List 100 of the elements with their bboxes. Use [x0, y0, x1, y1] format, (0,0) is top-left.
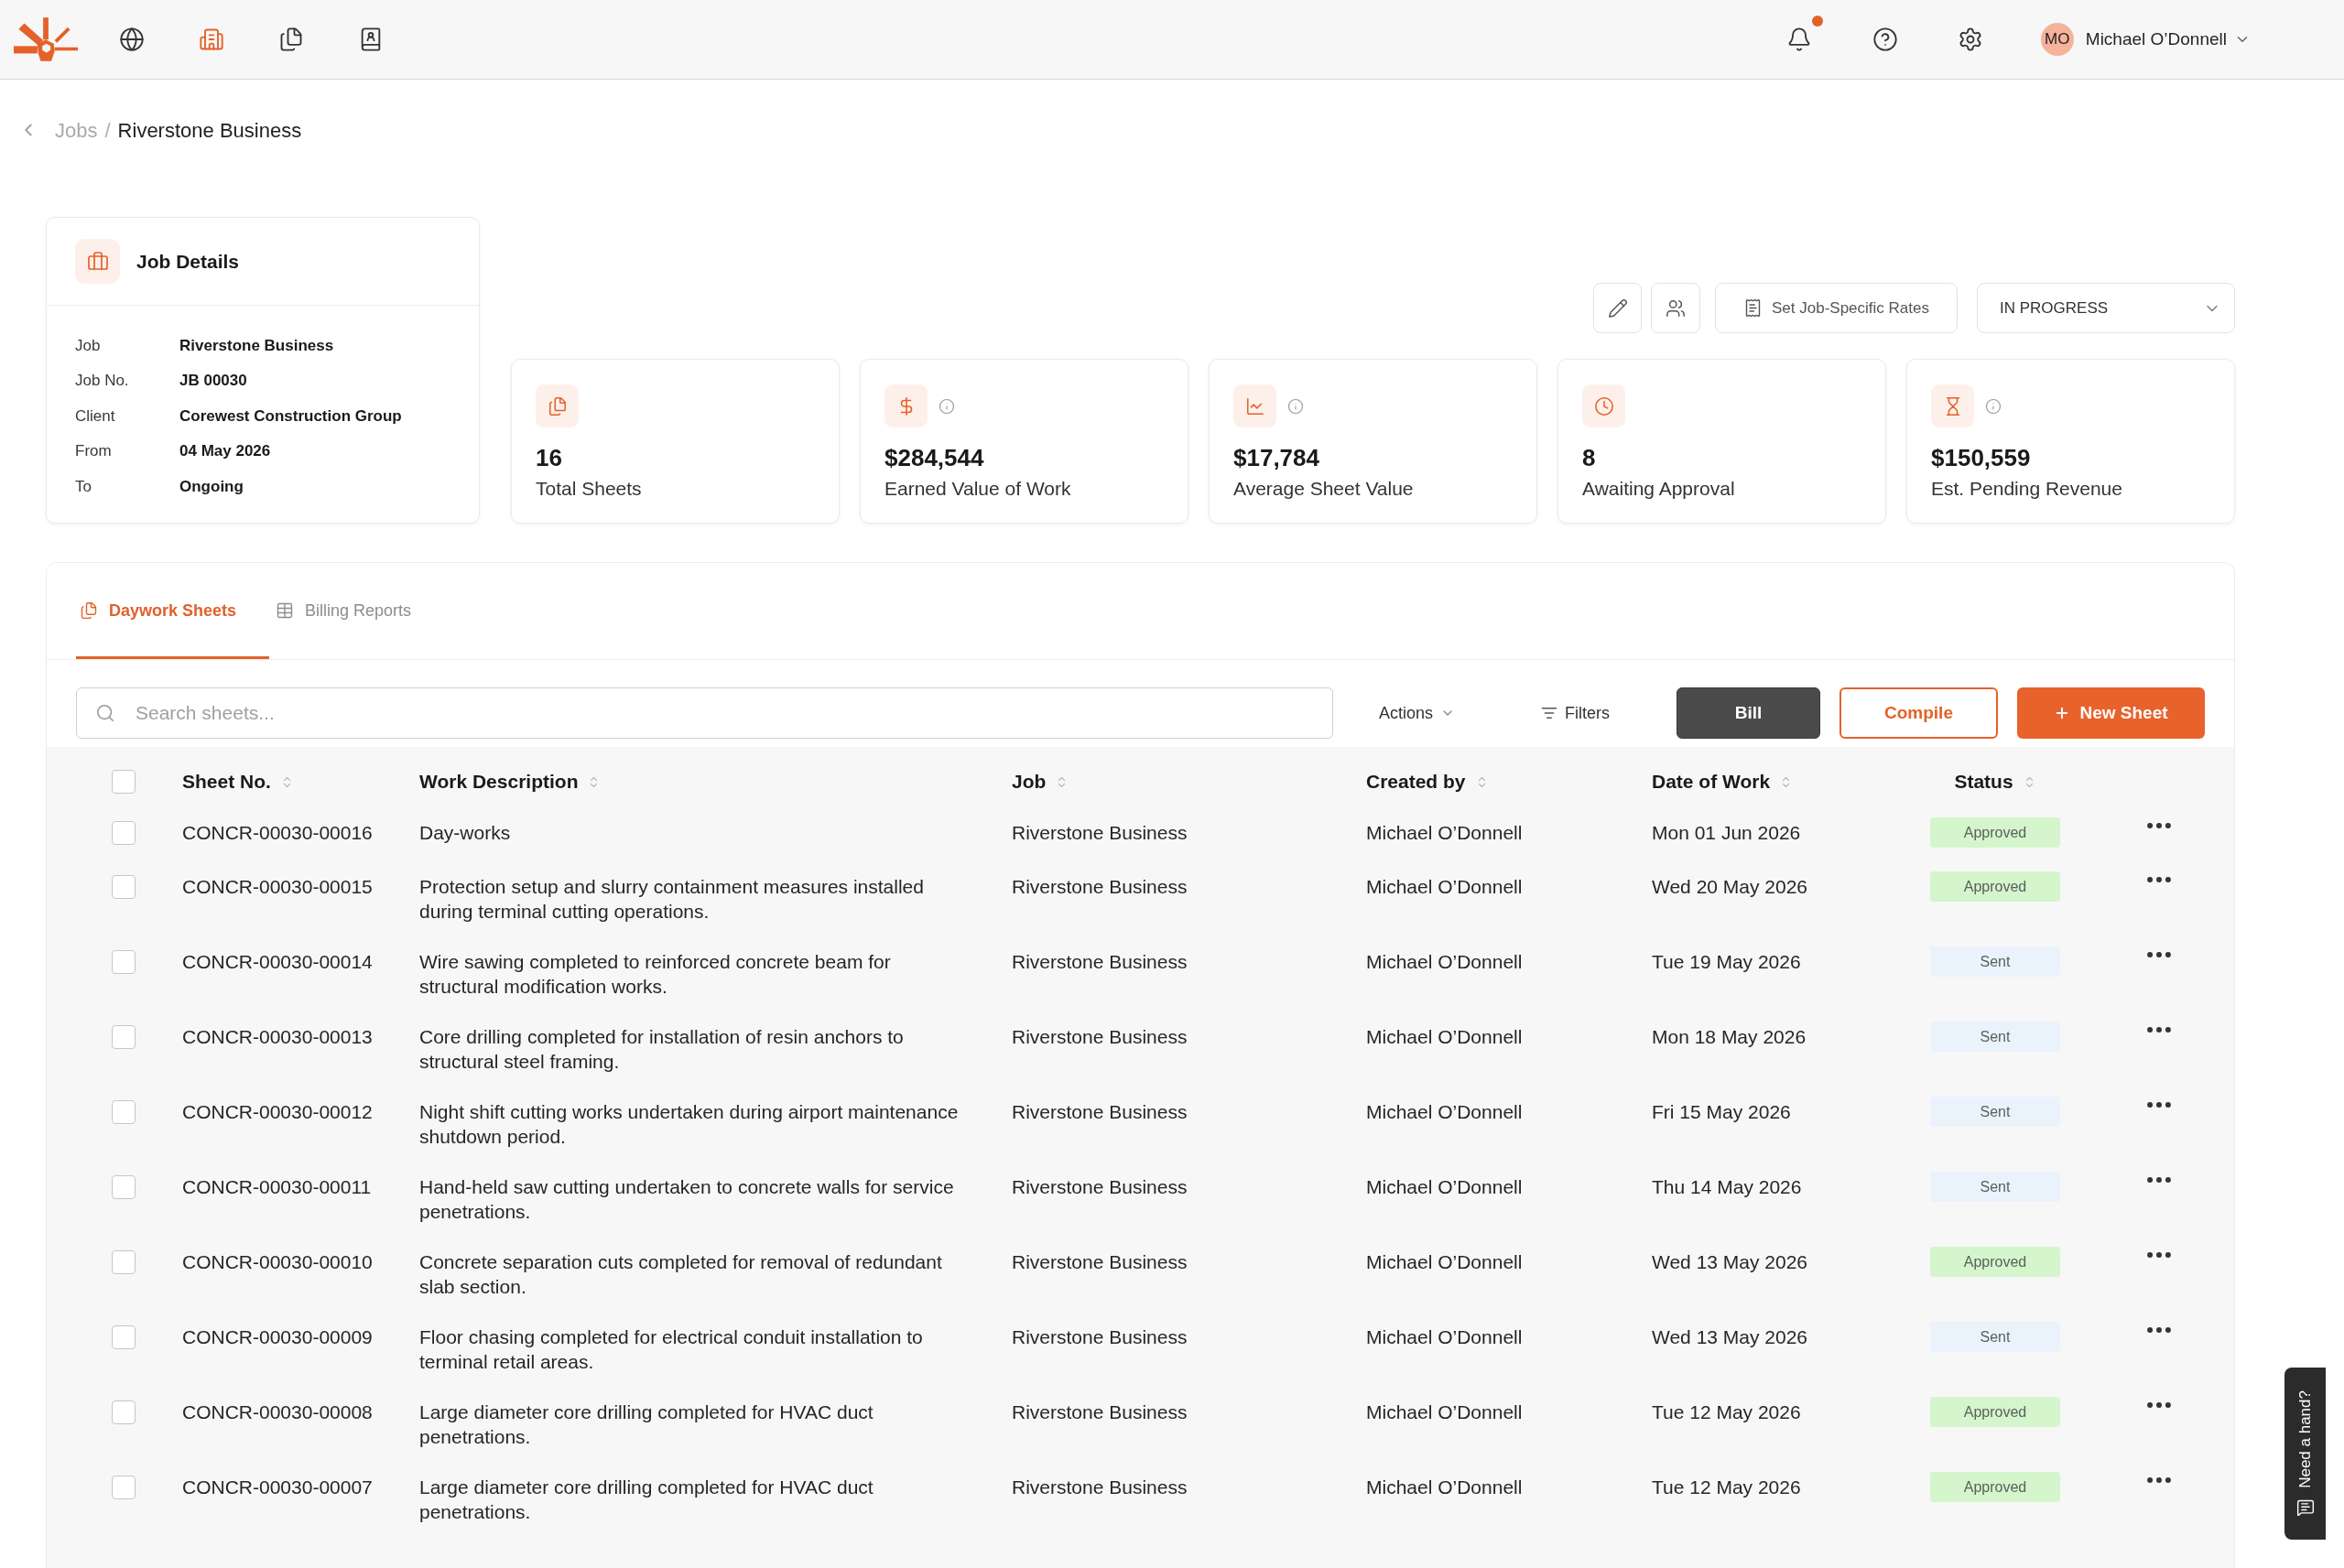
- creator-name: Michael O’Donnell: [1366, 1100, 1524, 1124]
- status-badge: Approved: [1930, 1472, 2060, 1502]
- search-field[interactable]: Search sheets...: [76, 687, 1333, 739]
- user-menu-button[interactable]: Michael O’Donnell: [2085, 26, 2251, 53]
- job-name: Riverstone Business: [1012, 950, 1188, 974]
- field-label: Job No.: [75, 371, 130, 391]
- sheet-number[interactable]: CONCR-00030-00013: [182, 1024, 419, 1049]
- checkbox[interactable]: [112, 950, 136, 974]
- status-badge: Sent: [1930, 1172, 2060, 1202]
- actions-button[interactable]: Actions: [1368, 687, 1467, 739]
- work-description: Concrete separation cuts completed for removal of redundant slab section.: [419, 1251, 942, 1297]
- work-date: Wed 13 May 2026: [1652, 1250, 1809, 1274]
- status-badge: Sent: [1930, 1022, 2060, 1052]
- work-description: Floor chasing completed for electrical conduit installation to terminal retail areas.: [419, 1326, 923, 1372]
- stat-value: $284,544: [884, 443, 984, 472]
- stat-label: Average Sheet Value: [1233, 477, 1414, 501]
- table-icon: [276, 601, 295, 620]
- work-date: Fri 15 May 2026: [1652, 1100, 1792, 1124]
- column-header[interactable]: Status: [1954, 767, 2013, 796]
- checkbox[interactable]: [112, 1175, 136, 1199]
- building-icon[interactable]: [199, 27, 224, 52]
- column-header[interactable]: Date of Work: [1652, 767, 1771, 796]
- job-name: Riverstone Business: [1012, 1175, 1188, 1199]
- status-badge: Approved: [1930, 817, 2060, 848]
- checkbox[interactable]: [112, 1400, 136, 1424]
- sheet-number[interactable]: CONCR-00030-00015: [182, 874, 419, 899]
- checkbox[interactable]: [112, 1250, 136, 1274]
- starburst-logo[interactable]: [14, 17, 78, 61]
- status-select[interactable]: IN PROGRESS: [1977, 283, 2235, 333]
- people-button[interactable]: [1651, 283, 1700, 333]
- help-tab[interactable]: Need a hand?: [2284, 1368, 2326, 1540]
- field-value: JB 00030: [179, 371, 247, 391]
- help-icon[interactable]: [1872, 27, 1898, 52]
- bill-button[interactable]: Bill: [1677, 687, 1820, 739]
- pencil-icon: [1607, 297, 1628, 319]
- checkbox[interactable]: [112, 1100, 136, 1124]
- breadcrumb-current: Riverstone Business: [117, 117, 302, 144]
- job-name: Riverstone Business: [1012, 875, 1188, 899]
- work-date: Tue 19 May 2026: [1652, 950, 1802, 974]
- creator-name: Michael O’Donnell: [1366, 1025, 1524, 1049]
- sheet-number[interactable]: CONCR-00030-00016: [182, 820, 419, 845]
- work-date: Mon 18 May 2026: [1652, 1025, 1807, 1049]
- info-icon[interactable]: [939, 397, 955, 415]
- filter-icon: [1541, 705, 1558, 721]
- documents-icon[interactable]: [278, 27, 304, 52]
- checkbox[interactable]: [112, 821, 136, 845]
- sheet-number[interactable]: CONCR-00030-00012: [182, 1099, 419, 1124]
- sheet-number[interactable]: CONCR-00030-00010: [182, 1249, 419, 1274]
- column-header[interactable]: Sheet No.: [182, 767, 271, 796]
- dollar-icon: [884, 384, 928, 427]
- documents-icon: [536, 384, 579, 427]
- field-value: Ongoing: [179, 476, 244, 497]
- clock-icon: [1582, 384, 1625, 427]
- briefcase-icon: [75, 239, 120, 284]
- stat-label: Total Sheets: [536, 477, 642, 501]
- field-value: Corewest Construction Group: [179, 406, 402, 427]
- status-badge: Sent: [1930, 1322, 2060, 1352]
- edit-button[interactable]: [1593, 283, 1642, 333]
- sheet-number[interactable]: CONCR-00030-00011: [182, 1174, 419, 1199]
- column-header[interactable]: Work Description: [419, 767, 579, 796]
- checkbox[interactable]: [112, 1476, 136, 1499]
- sheet-number[interactable]: CONCR-00030-00009: [182, 1325, 419, 1349]
- checkbox[interactable]: [112, 1025, 136, 1049]
- creator-name: Michael O’Donnell: [1366, 1476, 1524, 1499]
- sheet-number[interactable]: CONCR-00030-00007: [182, 1475, 419, 1499]
- job-name: Riverstone Business: [1012, 1025, 1188, 1049]
- card-title: Job Details: [136, 249, 240, 274]
- sheet-number[interactable]: CONCR-00030-00008: [182, 1400, 419, 1424]
- user-avatar[interactable]: MO: [2040, 23, 2074, 56]
- tab[interactable]: Daywork Sheets: [76, 565, 270, 659]
- stat-label: Earned Value of Work: [884, 477, 1071, 501]
- globe-icon[interactable]: [119, 27, 145, 52]
- checkbox[interactable]: [112, 770, 136, 794]
- creator-name: Michael O’Donnell: [1366, 1400, 1524, 1424]
- work-date: Wed 13 May 2026: [1652, 1325, 1809, 1349]
- breadcrumb-separator: /: [104, 117, 111, 144]
- checkbox[interactable]: [112, 1325, 136, 1349]
- info-icon[interactable]: [1287, 397, 1304, 415]
- sheet-number[interactable]: CONCR-00030-00014: [182, 949, 419, 974]
- work-description: Wire sawing completed to reinforced concrete beam for structural modification works.: [419, 951, 891, 997]
- checkbox[interactable]: [112, 875, 136, 899]
- job-name: Riverstone Business: [1012, 1325, 1188, 1349]
- work-description: Core drilling completed for installation of resin anchors to structural steel framing.: [419, 1026, 904, 1072]
- chat-icon: [2295, 1498, 2315, 1518]
- field-label: From: [75, 441, 113, 461]
- job-name: Riverstone Business: [1012, 1476, 1188, 1499]
- filters-button[interactable]: Filters: [1530, 687, 1622, 739]
- work-date: Wed 20 May 2026: [1652, 875, 1809, 899]
- stat-value: $17,784: [1233, 443, 1319, 472]
- set-rates-button[interactable]: Set Job-Specific Rates: [1715, 283, 1958, 333]
- stat-value: 16: [536, 443, 562, 472]
- column-header[interactable]: Created by: [1366, 767, 1466, 796]
- job-name: Riverstone Business: [1012, 1250, 1188, 1274]
- people-icon: [1666, 297, 1686, 319]
- creator-name: Michael O’Donnell: [1366, 1250, 1524, 1274]
- work-date: Tue 12 May 2026: [1652, 1476, 1802, 1499]
- receipt-icon: [1743, 298, 1763, 318]
- info-icon[interactable]: [1985, 397, 2002, 415]
- column-header[interactable]: Job: [1012, 767, 1047, 796]
- creator-name: Michael O’Donnell: [1366, 1325, 1524, 1349]
